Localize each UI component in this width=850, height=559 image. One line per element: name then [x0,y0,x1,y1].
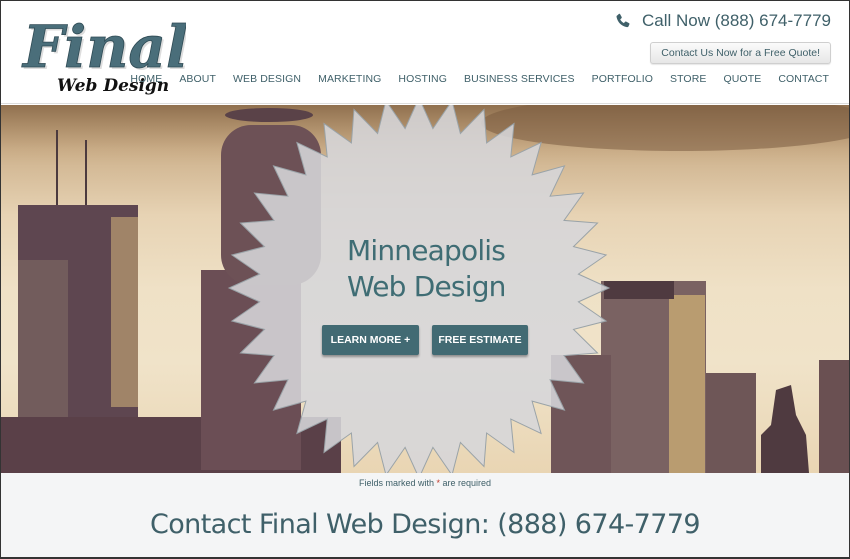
learn-more-label: LEARN MORE + [330,334,411,346]
free-estimate-label: FREE ESTIMATE [438,334,522,346]
hero-banner: Minneapolis Web Design LEARN MORE + FREE… [1,105,849,473]
nav-web-design[interactable]: WEB DESIGN [233,73,301,85]
site-header: Final Final Web Design Call Now (888) 67… [1,1,849,104]
learn-more-button[interactable]: LEARN MORE + [322,325,419,355]
nav-hosting[interactable]: HOSTING [398,73,447,85]
contact-section: Fields marked with * are required Contac… [1,473,849,558]
page-frame: Final Final Web Design Call Now (888) 67… [0,0,850,559]
hero-title-line2: Web Design [347,270,506,303]
nav-contact[interactable]: CONTACT [778,73,829,85]
free-quote-label: Contact Us Now for a Free Quote! [661,47,820,59]
nav-store[interactable]: STORE [670,73,706,85]
nav-about[interactable]: ABOUT [179,73,216,85]
nav-portfolio[interactable]: PORTFOLIO [592,73,653,85]
fields-note-text: Fields marked with [358,478,437,488]
free-quote-button[interactable]: Contact Us Now for a Free Quote! [650,42,831,64]
free-estimate-button[interactable]: FREE ESTIMATE [432,325,528,355]
fields-note-text-end: are required [440,478,492,488]
logo-final-text: Final [21,13,186,81]
main-nav: HOME ABOUT WEB DESIGN MARKETING HOSTING … [130,73,829,85]
phone-icon [616,13,630,28]
contact-heading: Contact Final Web Design: (888) 674-7779 [150,509,701,540]
fields-required-note: Fields marked with * are required [1,478,849,488]
nav-marketing[interactable]: MARKETING [318,73,381,85]
nav-quote[interactable]: QUOTE [723,73,761,85]
hero-title-line1: Minneapolis [347,234,506,267]
hero-title: Minneapolis Web Design [347,233,506,305]
call-now[interactable]: Call Now (888) 674-7779 [614,11,831,31]
call-now-text: Call Now (888) 674-7779 [642,11,831,30]
nav-home[interactable]: HOME [130,73,162,85]
nav-business-services[interactable]: BUSINESS SERVICES [464,73,575,85]
